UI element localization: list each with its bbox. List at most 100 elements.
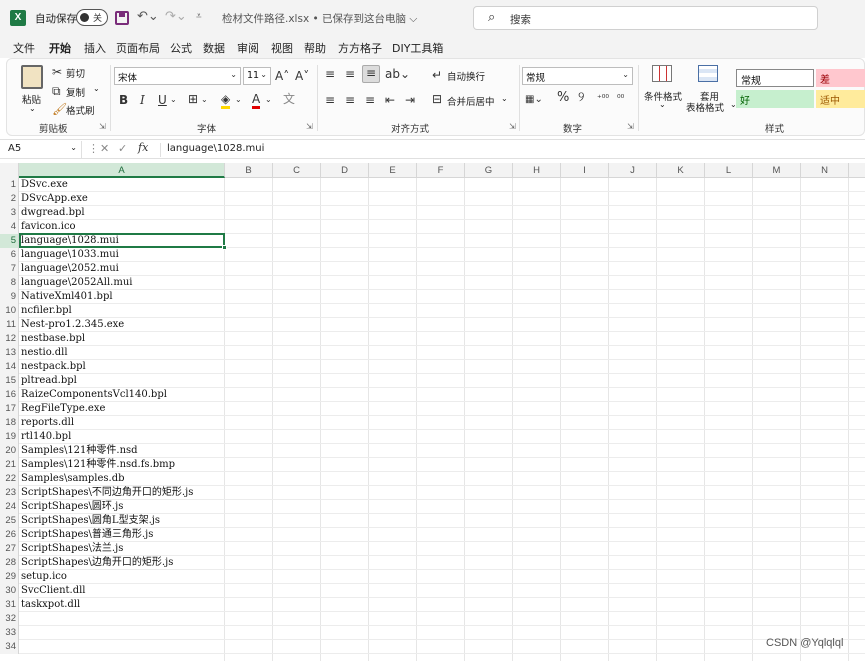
decrease-indent-icon[interactable]: ⇤: [385, 93, 395, 107]
tab-review[interactable]: 审阅: [237, 40, 259, 56]
decrease-font-icon[interactable]: A˅: [295, 69, 309, 83]
cell-a18[interactable]: reports.dll: [21, 416, 74, 430]
redo-icon[interactable]: ↷⌄: [165, 9, 187, 25]
align-middle-icon[interactable]: ≡: [345, 67, 355, 81]
cell-a10[interactable]: ncfiler.bpl: [21, 304, 72, 318]
row-header-29[interactable]: 29: [0, 570, 19, 584]
row-header-26[interactable]: 26: [0, 528, 19, 542]
column-header-b[interactable]: B: [225, 163, 273, 178]
row-header-9[interactable]: 9: [0, 290, 19, 304]
font-color-dropdown-icon[interactable]: ⌄: [265, 93, 272, 107]
row-header-11[interactable]: 11: [0, 318, 19, 332]
comma-style-icon[interactable]: ୨: [578, 91, 584, 105]
cell-a11[interactable]: Nest-pro1.2.345.exe: [21, 318, 124, 332]
borders-dropdown-icon[interactable]: ⌄: [201, 93, 208, 107]
cell-a12[interactable]: nestbase.bpl: [21, 332, 85, 346]
column-header-e[interactable]: E: [369, 163, 417, 178]
column-header-j[interactable]: J: [609, 163, 657, 178]
cell-a16[interactable]: RaizeComponentsVcl140.bpl: [21, 388, 167, 402]
row-header-32[interactable]: 32: [0, 612, 19, 626]
active-cell-selection[interactable]: [19, 233, 227, 250]
autosave-toggle[interactable]: 关: [76, 9, 108, 26]
column-header-k[interactable]: K: [657, 163, 705, 178]
tab-insert[interactable]: 插入: [84, 40, 106, 56]
underline-icon[interactable]: U: [158, 93, 167, 107]
font-expander-icon[interactable]: ⇲: [306, 122, 313, 131]
cell-a17[interactable]: RegFileType.exe: [21, 402, 105, 416]
tab-view[interactable]: 视图: [271, 40, 293, 56]
row-header-21[interactable]: 21: [0, 458, 19, 472]
row-header-24[interactable]: 24: [0, 500, 19, 514]
column-header-m[interactable]: M: [753, 163, 801, 178]
copy-icon[interactable]: ⧉: [52, 84, 61, 98]
tab-home[interactable]: 开始: [49, 40, 71, 60]
row-header-19[interactable]: 19: [0, 430, 19, 444]
cell-a14[interactable]: nestpack.bpl: [21, 360, 86, 374]
cell-a23[interactable]: ScriptShapes\不同边角开口的矩形.js: [21, 486, 193, 500]
cell-a3[interactable]: dwgread.bpl: [21, 206, 85, 220]
clipboard-expander-icon[interactable]: ⇲: [99, 122, 106, 131]
merge-center-icon[interactable]: ⊟: [432, 92, 442, 106]
tab-data[interactable]: 数据: [203, 40, 225, 56]
select-all-corner[interactable]: [0, 163, 19, 178]
row-header-2[interactable]: 2: [0, 192, 19, 206]
align-top-icon[interactable]: ≡: [325, 67, 335, 81]
cell-a6[interactable]: language\1033.mui: [21, 248, 119, 262]
paste-dropdown-icon[interactable]: ⌄: [29, 104, 36, 113]
cell-a30[interactable]: SvcClient.dll: [21, 584, 86, 598]
tab-file[interactable]: 文件: [13, 40, 35, 56]
align-left-icon[interactable]: ≡: [325, 93, 335, 107]
column-header-f[interactable]: F: [417, 163, 465, 178]
align-bottom-icon[interactable]: ≡: [362, 65, 380, 83]
row-header-25[interactable]: 25: [0, 514, 19, 528]
orientation-icon[interactable]: ab⌄: [385, 67, 410, 81]
column-header-c[interactable]: C: [273, 163, 321, 178]
format-as-table-icon[interactable]: [698, 65, 718, 82]
row-header-23[interactable]: 23: [0, 486, 19, 500]
row-header-1[interactable]: 1: [0, 178, 19, 192]
row-header-16[interactable]: 16: [0, 388, 19, 402]
row-header-10[interactable]: 10: [0, 304, 19, 318]
paste-icon[interactable]: [21, 65, 43, 89]
cell-a28[interactable]: ScriptShapes\边角开口的矩形.js: [21, 556, 173, 570]
copy-dropdown-icon[interactable]: ⌄: [93, 84, 100, 93]
format-as-table-label-2[interactable]: 表格格式: [686, 100, 724, 114]
document-title[interactable]: 检材文件路径.xlsx • 已保存到这台电脑 ⌵: [222, 11, 417, 26]
row-header-8[interactable]: 8: [0, 276, 19, 290]
align-center-icon[interactable]: ≡: [345, 93, 355, 107]
column-header-l[interactable]: L: [705, 163, 753, 178]
wrap-text-button[interactable]: 自动换行: [447, 69, 485, 83]
row-header-27[interactable]: 27: [0, 542, 19, 556]
cell-a4[interactable]: favicon.ico: [21, 220, 76, 234]
row-header-13[interactable]: 13: [0, 346, 19, 360]
row-header-34[interactable]: 34: [0, 640, 19, 654]
cell-a2[interactable]: DSvcApp.exe: [21, 192, 88, 206]
row-header-28[interactable]: 28: [0, 556, 19, 570]
cancel-icon[interactable]: ✕: [100, 142, 109, 155]
tab-formulas[interactable]: 公式: [170, 40, 192, 56]
cell-a7[interactable]: language\2052.mui: [21, 262, 119, 276]
currency-icon[interactable]: ▦⌄: [525, 93, 543, 107]
row-header-5[interactable]: 5: [0, 234, 19, 248]
increase-indent-icon[interactable]: ⇥: [405, 93, 415, 107]
row-header-17[interactable]: 17: [0, 402, 19, 416]
column-header-a[interactable]: A: [19, 163, 225, 178]
phonetic-icon[interactable]: 文: [283, 92, 295, 106]
align-right-icon[interactable]: ≡: [365, 93, 375, 107]
style-neutral[interactable]: 适中: [816, 90, 865, 108]
copy-button[interactable]: 复制: [66, 85, 85, 99]
tab-help[interactable]: 帮助: [304, 40, 326, 56]
cell-a21[interactable]: Samples\121种零件.nsd.fs.bmp: [21, 458, 175, 472]
style-good[interactable]: 好: [736, 90, 814, 108]
font-name-combo[interactable]: 宋体 ⌄: [114, 67, 241, 85]
merge-center-button[interactable]: 合并后居中: [447, 94, 495, 108]
cell-a24[interactable]: ScriptShapes\圆环.js: [21, 500, 123, 514]
format-painter-button[interactable]: 格式刷: [66, 103, 95, 117]
font-size-combo[interactable]: 11 ⌄: [243, 67, 271, 85]
cell-a27[interactable]: ScriptShapes\法兰.js: [21, 542, 123, 556]
row-header-4[interactable]: 4: [0, 220, 19, 234]
borders-icon[interactable]: ⊞: [188, 92, 198, 106]
merge-dropdown-icon[interactable]: ⌄: [501, 94, 508, 103]
enter-icon[interactable]: ✓: [118, 142, 127, 155]
row-header-7[interactable]: 7: [0, 262, 19, 276]
